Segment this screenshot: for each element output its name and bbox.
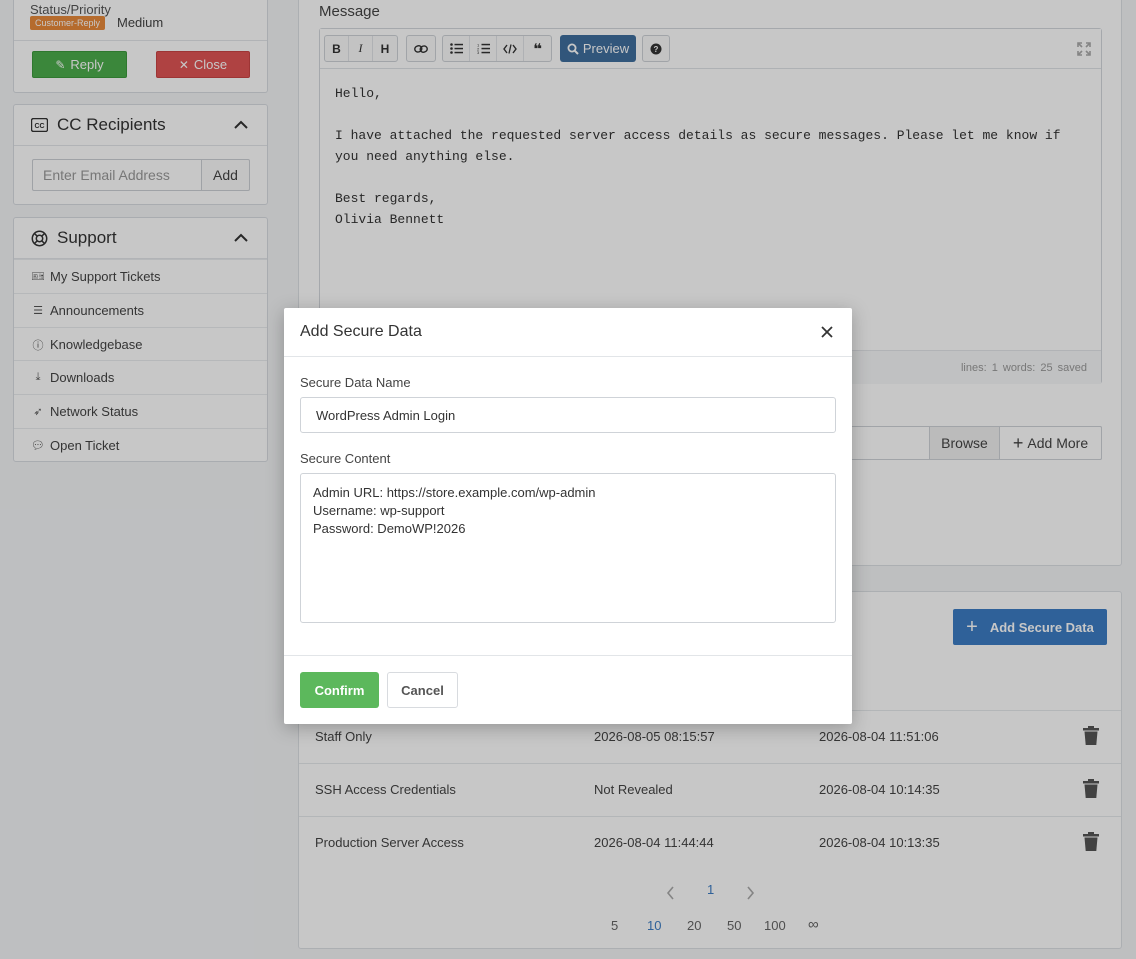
cancel-button[interactable]: Cancel bbox=[387, 672, 458, 708]
close-icon[interactable] bbox=[820, 325, 834, 339]
divider bbox=[284, 356, 852, 357]
modal-title: Add Secure Data bbox=[300, 323, 422, 340]
secure-content-label: Secure Content bbox=[300, 451, 391, 466]
secure-content-textarea[interactable]: Admin URL: https://store.example.com/wp-… bbox=[300, 473, 836, 623]
secure-data-name-label: Secure Data Name bbox=[300, 375, 411, 390]
divider bbox=[284, 655, 852, 656]
confirm-button[interactable]: Confirm bbox=[300, 672, 379, 708]
secure-data-name-input[interactable]: WordPress Admin Login bbox=[300, 397, 836, 433]
add-secure-data-modal: Add Secure Data Secure Data Name WordPre… bbox=[284, 308, 852, 724]
